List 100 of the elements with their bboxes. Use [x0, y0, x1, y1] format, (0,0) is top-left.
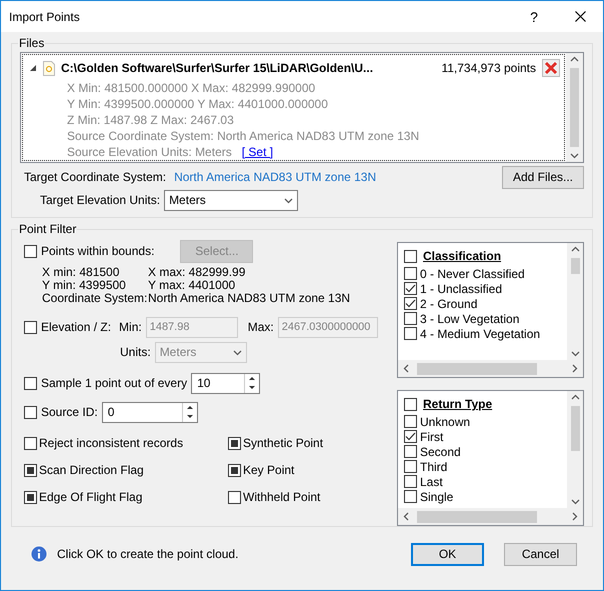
field-label: Min:	[119, 320, 142, 334]
list-item: 4 - Medium Vegetation	[420, 326, 540, 340]
checkbox-label: Reject inconsistent records	[39, 436, 184, 450]
scrollbar[interactable]	[566, 53, 583, 162]
remove-icon[interactable]	[542, 59, 560, 77]
checkbox[interactable]	[24, 464, 37, 476]
checkbox-label: Synthetic Point	[243, 436, 324, 450]
checkbox[interactable]	[228, 490, 241, 504]
checkbox[interactable]	[404, 312, 417, 325]
chevron-left-icon[interactable]	[402, 364, 411, 373]
chevron-up-icon[interactable]	[570, 245, 580, 254]
info-icon	[31, 546, 47, 562]
ok-button[interactable]: OK	[411, 542, 484, 566]
scrollbar[interactable]	[567, 243, 583, 360]
checkbox[interactable]	[404, 475, 417, 488]
checkbox[interactable]	[228, 464, 241, 476]
chevron-down-icon[interactable]	[284, 196, 294, 204]
list-item: 0 - Never Classified	[420, 266, 525, 280]
checkbox[interactable]	[24, 320, 37, 334]
scrollbar-thumb[interactable]	[570, 406, 580, 451]
group-title: Point Filter	[18, 222, 78, 236]
sample-spin-field[interactable]: 10	[191, 372, 260, 394]
checkbox[interactable]	[404, 282, 417, 295]
chevron-down-icon[interactable]	[570, 349, 580, 358]
checkbox[interactable]	[404, 430, 417, 443]
checkbox[interactable]	[24, 244, 37, 258]
checkbox-label: Points within bounds:	[41, 244, 154, 258]
group-title: Files	[18, 36, 46, 50]
field-label: Target Elevation Units:	[40, 193, 160, 207]
checkbox[interactable]	[404, 267, 417, 280]
list-item: 3 - Low Vegetation	[420, 312, 520, 326]
source-id-spin-field[interactable]: 0	[102, 402, 198, 422]
scrollbar[interactable]	[398, 508, 583, 525]
window-title: Import Points	[9, 10, 81, 24]
checkbox-label: Source ID:	[41, 405, 98, 419]
checkbox[interactable]	[24, 376, 37, 390]
file-detail: Y Min: 4399500.000000 Y Max: 4401000.000000	[66, 96, 329, 112]
checkbox[interactable]	[404, 327, 417, 340]
list-item: Last	[420, 474, 443, 488]
chevron-down-icon[interactable]	[570, 497, 580, 506]
list-item: Third	[420, 460, 448, 474]
checkbox[interactable]	[404, 460, 417, 473]
checkbox[interactable]	[404, 398, 417, 410]
chevron-right-icon[interactable]	[570, 512, 579, 521]
units-dropdown[interactable]: Meters	[164, 190, 298, 210]
list-item: First	[420, 430, 444, 444]
scrollbar-thumb[interactable]	[417, 362, 537, 374]
checkbox[interactable]	[404, 490, 417, 503]
checkbox-label: Scan Direction Flag	[39, 463, 144, 477]
checkbox[interactable]	[404, 445, 417, 458]
status-message: Click OK to create the point cloud.	[57, 547, 240, 561]
file-path: C:\Golden Software\Surfer\Surfer 15\LiDAR\Golden\U...	[61, 61, 374, 75]
chevron-up-icon[interactable]	[570, 55, 579, 64]
file-icon	[43, 60, 55, 76]
scrollbar-thumb[interactable]	[570, 258, 580, 274]
checkbox-label: Key Point	[243, 463, 294, 477]
checkbox[interactable]	[228, 436, 241, 450]
coordinate-system-value: North America NAD83 UTM zone 13N	[174, 170, 378, 184]
checkbox[interactable]	[404, 297, 417, 310]
scrollbar[interactable]	[567, 391, 583, 508]
file-detail: X Min: 481500.000000 X Max: 482999.990000	[66, 80, 316, 96]
chevron-down-icon[interactable]	[232, 348, 242, 356]
file-detail: Z Min: 1487.98 Z Max: 2467.03	[66, 112, 235, 128]
add-files-button[interactable]: Add Files...	[502, 166, 584, 188]
list-item: 2 - Ground	[420, 296, 478, 310]
expanded-triangle-icon[interactable]	[29, 64, 37, 72]
checkbox[interactable]	[24, 406, 37, 418]
chevron-right-icon[interactable]	[570, 364, 579, 373]
checkbox[interactable]	[404, 415, 417, 428]
chevron-left-icon[interactable]	[402, 512, 411, 521]
set-link[interactable]: [ Set ]	[242, 145, 274, 159]
chevron-down-icon[interactable]	[570, 151, 579, 160]
checkbox[interactable]	[404, 250, 417, 262]
scrollbar-thumb[interactable]	[570, 68, 579, 147]
file-detail: Source Coordinate System: North America NAD83 UTM zone 13N	[66, 128, 420, 144]
list-header: Classification	[423, 249, 502, 263]
field-label: Max:	[248, 320, 274, 334]
checkbox-label: Withheld Point	[243, 490, 320, 504]
point-count: 11,734,973 points	[441, 61, 536, 75]
bounds-value: Y max: 4401000	[148, 279, 236, 292]
help-button[interactable]: ?	[511, 1, 557, 32]
checkbox-label: Sample 1 point out of every	[41, 376, 188, 390]
chevron-up-icon[interactable]	[570, 393, 580, 402]
list-header: Return Type	[423, 397, 492, 411]
field-label: Units:	[120, 345, 151, 359]
list-item: Second	[420, 444, 461, 458]
checkbox[interactable]	[24, 436, 37, 450]
cancel-button[interactable]: Cancel	[504, 542, 577, 566]
checkbox[interactable]	[24, 490, 37, 504]
list-item: Single	[420, 490, 454, 504]
list-item: 1 - Unclassified	[420, 282, 502, 296]
scrollbar[interactable]	[398, 360, 583, 377]
close-icon[interactable]	[574, 11, 586, 22]
bounds-label: Coordinate System:	[42, 292, 148, 305]
checkbox-label: Elevation / Z:	[41, 320, 112, 334]
bounds-value: North America NAD83 UTM zone 13N	[148, 292, 352, 305]
field-label: Target Coordinate System:	[24, 170, 166, 184]
list-item: Unknown	[420, 414, 470, 428]
bounds-value: Y min: 4399500	[42, 279, 127, 292]
scrollbar-thumb[interactable]	[417, 510, 537, 522]
